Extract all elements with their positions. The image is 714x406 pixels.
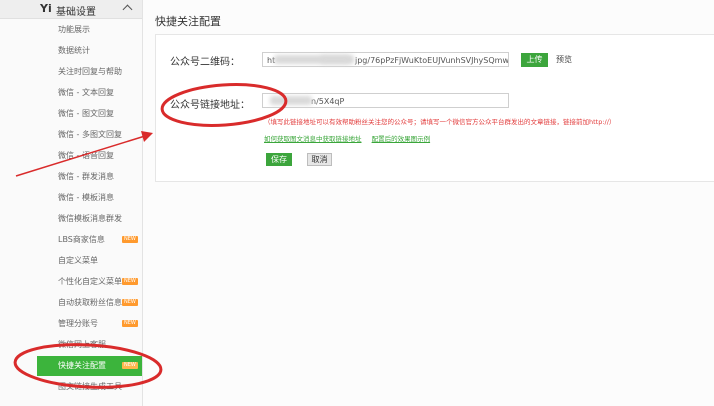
new-badge: NEW <box>122 320 138 327</box>
sidebar-item-label: 管理分账号 <box>58 319 98 328</box>
sidebar-item[interactable]: 微信 - 群发消息 <box>37 167 142 187</box>
sidebar-item-label: 图文链接生成工具 <box>58 382 122 391</box>
sidebar-item[interactable]: 图文链接生成工具 <box>37 377 142 397</box>
sidebar-item-label: 微信 - 文本回复 <box>58 88 114 97</box>
sidebar-item[interactable]: 数据统计 <box>37 41 142 61</box>
sidebar-item-label: 微信 - 图文回复 <box>58 109 114 118</box>
qr-code-input-value: jpg/76pPzFjWuKtoEUJVunhSVJhySQmw <box>355 56 509 65</box>
account-link-input-value: n/5X4qP <box>311 97 345 106</box>
app-logo: Yi <box>40 2 52 15</box>
sidebar-item-label: 关注时回复与帮助 <box>58 67 122 76</box>
sidebar-item-label: 微信 - 群发消息 <box>58 172 114 181</box>
sidebar-item[interactable]: 功能展示 <box>37 20 142 40</box>
sidebar-item[interactable]: 自动获取粉丝信息 NEW <box>37 293 142 313</box>
sidebar-item[interactable]: 自定义菜单 <box>37 251 142 271</box>
sidebar-item-label: 数据统计 <box>58 46 90 55</box>
sidebar-item-label: 自动获取粉丝信息 <box>58 298 122 307</box>
sidebar-section-title: 基础设置 <box>56 7 96 18</box>
sidebar-item[interactable]: 微信 - 文本回复 <box>37 83 142 103</box>
help-link-example[interactable]: 配置后的效果图示例 <box>372 135 431 143</box>
help-links: 如何获取图文消息中获取链接地址 配置后的效果图示例 <box>264 133 438 143</box>
new-badge: NEW <box>122 236 138 243</box>
redaction-blur <box>320 55 350 64</box>
help-link-get-article-url[interactable]: 如何获取图文消息中获取链接地址 <box>264 135 362 143</box>
sidebar-item[interactable]: LBS商家信息 NEW <box>37 230 142 250</box>
sidebar-item-label: 微信 - 多图文回复 <box>58 130 122 139</box>
new-badge: NEW <box>122 278 138 285</box>
sidebar-item-label: 微信 - 模板消息 <box>58 193 114 202</box>
sidebar-item[interactable]: 微信 - 多图文回复 <box>37 125 142 145</box>
account-link-label: 公众号链接地址： <box>170 100 250 111</box>
cancel-button[interactable]: 取消 <box>307 153 332 166</box>
sidebar-item-label: 微信网上客服 <box>58 340 106 349</box>
upload-button[interactable]: 上传 <box>521 53 548 67</box>
link-hint-text: （填写此链接地址可以有效帮助粉丝关注您的公众号；请填写一个微信官方公众平台群发出… <box>264 118 616 126</box>
sidebar-item-label: 个性化自定义菜单 <box>58 277 122 286</box>
sidebar-item-label: 自定义菜单 <box>58 256 98 265</box>
preview-link[interactable]: 预览 <box>556 54 572 65</box>
new-badge: NEW <box>122 362 138 369</box>
chevron-up-icon[interactable] <box>122 4 133 15</box>
qr-code-label: 公众号二维码： <box>170 57 240 68</box>
page-title: 快捷关注配置 <box>155 15 221 28</box>
sidebar-item[interactable]: 快捷关注配置 NEW <box>37 356 142 376</box>
sidebar-item[interactable]: 管理分账号 NEW <box>37 314 142 334</box>
sidebar-item[interactable]: 微信 - 图文回复 <box>37 104 142 124</box>
sidebar: Yi 基础设置 功能展示数据统计关注时回复与帮助 微信 - 文本回复 微信 - 图文… <box>0 0 143 406</box>
new-badge: NEW <box>122 299 138 306</box>
sidebar-item-label: 快捷关注配置 <box>58 361 106 370</box>
sidebar-item[interactable]: 个性化自定义菜单 NEW <box>37 272 142 292</box>
sidebar-header[interactable]: Yi 基础设置 <box>0 0 142 19</box>
sidebar-item[interactable]: 关注时回复与帮助 <box>37 62 142 82</box>
save-button[interactable]: 保存 <box>266 153 292 166</box>
sidebar-item-label: 功能展示 <box>58 25 90 34</box>
sidebar-item[interactable]: 微信模板消息群发 <box>37 209 142 229</box>
sidebar-item-label: 微信 - 语音回复 <box>58 151 114 160</box>
redaction-blur <box>270 96 312 105</box>
sidebar-item-label: 微信模板消息群发 <box>58 214 122 223</box>
sidebar-item[interactable]: 微信 - 模板消息 <box>37 188 142 208</box>
sidebar-item[interactable]: 微信网上客服 <box>37 335 142 355</box>
sidebar-item[interactable]: 微信 - 语音回复 <box>37 146 142 166</box>
sidebar-item-label: LBS商家信息 <box>58 235 105 244</box>
